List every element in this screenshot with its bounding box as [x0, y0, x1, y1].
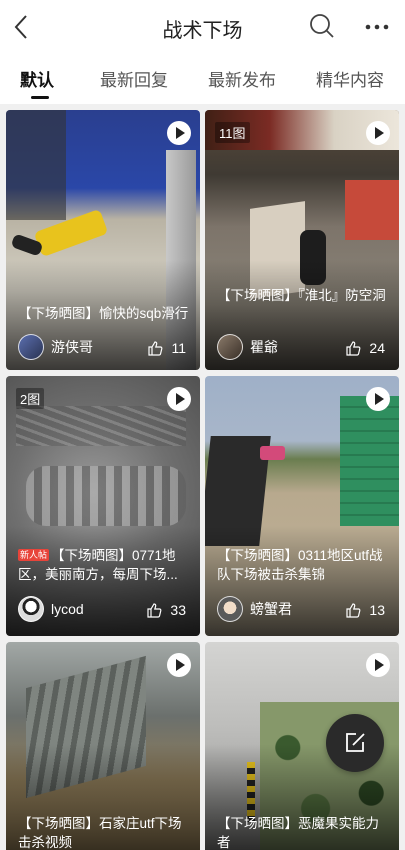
post-card[interactable]: 【下场晒图】愉快的sqb滑行 游侠哥 11: [6, 110, 200, 370]
post-card[interactable]: 2图 新人帖 【下场晒图】0771地区，美丽南方，每周下场... lycod 33: [6, 376, 200, 636]
page-title: 战术下场: [162, 20, 243, 42]
post-author[interactable]: 游侠哥: [18, 334, 93, 360]
video-play-icon: [365, 652, 391, 678]
video-play-icon: [365, 386, 391, 412]
author-name: 瞿爺: [250, 339, 278, 355]
post-card[interactable]: 【下场晒图】石家庄utf下场击杀视频: [6, 642, 200, 850]
post-card[interactable]: 11图 【下场晒图】『淮北』防空洞 瞿爺 24: [205, 110, 399, 370]
like-button[interactable]: 33: [147, 602, 186, 618]
thumbs-up-icon: [346, 602, 361, 618]
like-count: 33: [170, 602, 186, 618]
video-play-icon: [166, 652, 192, 678]
active-tab-indicator: [31, 96, 49, 99]
post-author[interactable]: lycod: [18, 596, 84, 622]
more-button[interactable]: [362, 14, 392, 40]
post-caption: 【下场晒图】恶魔果实能力者: [217, 816, 379, 850]
compose-post-button[interactable]: [326, 714, 384, 772]
tab-latest-reply[interactable]: 最新回复: [100, 66, 168, 91]
author-name: 螃蟹君: [250, 601, 292, 617]
like-count: 11: [171, 340, 186, 356]
like-count: 13: [369, 602, 385, 618]
video-play-icon: [166, 386, 192, 412]
thumbs-up-icon: [346, 340, 361, 356]
avatar: [217, 334, 243, 360]
tab-latest-post[interactable]: 最新发布: [208, 66, 276, 91]
tab-featured[interactable]: 精华内容: [316, 66, 384, 91]
image-count-badge: 2图: [16, 388, 45, 409]
post-caption: 【下场晒图】石家庄utf下场击杀视频: [18, 816, 182, 850]
post-caption: 【下场晒图】愉快的sqb滑行: [18, 306, 189, 321]
like-button[interactable]: 13: [346, 602, 385, 618]
like-count: 24: [369, 340, 385, 356]
post-caption: 【下场晒图】『淮北』防空洞: [217, 288, 386, 303]
compose-edit-icon: [346, 733, 365, 752]
like-button[interactable]: 11: [148, 340, 186, 356]
post-caption: 【下场晒图】0311地区utf战队下场被击杀集锦: [217, 548, 383, 582]
post-caption: 新人帖 【下场晒图】0771地区，美丽南方，每周下场...: [18, 548, 178, 582]
author-name: 游侠哥: [51, 339, 93, 355]
avatar: [217, 596, 243, 622]
image-count-badge: 11图: [215, 122, 250, 143]
post-author[interactable]: 螃蟹君: [217, 596, 292, 622]
new-user-badge: 新人帖: [18, 549, 50, 561]
post-author[interactable]: 瞿爺: [217, 334, 278, 360]
video-play-icon: [365, 120, 391, 146]
thumbs-up-icon: [148, 340, 163, 356]
post-card[interactable]: 【下场晒图】0311地区utf战队下场被击杀集锦 螃蟹君 13: [205, 376, 399, 636]
author-name: lycod: [51, 601, 84, 617]
search-button[interactable]: [308, 12, 336, 40]
avatar: [18, 596, 44, 622]
like-button[interactable]: 24: [346, 340, 385, 356]
avatar: [18, 334, 44, 360]
video-play-icon: [166, 120, 192, 146]
search-icon: [310, 14, 334, 38]
thumbs-up-icon: [147, 602, 162, 618]
tab-default[interactable]: 默认: [20, 66, 54, 91]
more-dots-icon: [365, 24, 389, 30]
sort-tabs: 默认 最新回复 最新发布 精华内容: [0, 56, 405, 102]
top-nav-bar: 战术下场: [0, 0, 405, 56]
